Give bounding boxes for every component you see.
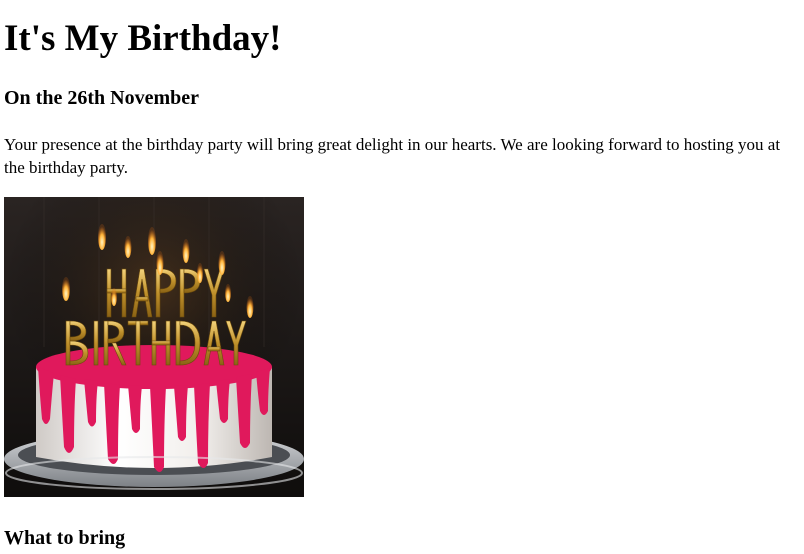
birthday-cake-image — [4, 197, 304, 497]
invitation-paragraph: Your presence at the birthday party will… — [4, 135, 781, 177]
what-to-bring-heading: What to bring — [4, 527, 126, 549]
page-title: It's My Birthday! — [4, 18, 282, 59]
date-heading: On the 26th November — [4, 87, 199, 109]
